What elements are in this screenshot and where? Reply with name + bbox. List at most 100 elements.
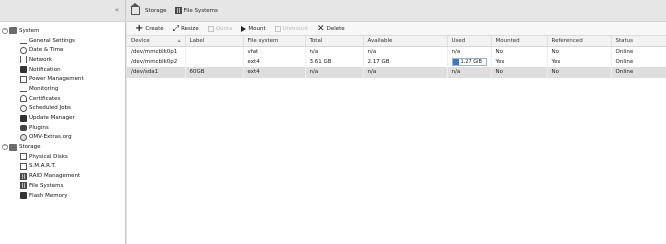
mount-label: Mount [248,25,266,32]
column-header-mounted[interactable]: Mounted [491,36,548,47]
eject-icon [274,25,281,32]
folder-icon [9,143,17,151]
breadcrumb-storage[interactable]: Storage [145,8,167,14]
tree-item-label: Certificates [29,95,61,102]
resize-button[interactable]: ⤢ Resize [173,24,199,34]
tree-item-label: Flash Memory [29,192,68,199]
tree-group-label: System [19,27,40,34]
plus-icon: + [135,22,144,34]
globe-icon [20,133,27,141]
cell-used: n/a [447,67,492,78]
collapse-icon[interactable]: − [2,144,8,151]
unmount-label: Unmount [282,25,309,32]
quota-button[interactable]: Quota [207,25,232,32]
column-header-available[interactable]: Available [363,36,448,47]
cell-available: n/a [363,67,448,78]
main-panel: Storage File Systems + Create ⤢ Resize Q… [127,0,666,244]
table-row[interactable]: /dev/mmcblk0p2 ext4 3.61 GB 2.17 GB 1.27… [127,56,666,67]
home-icon[interactable] [130,2,140,15]
tree-item-scheduled-jobs[interactable]: Scheduled Jobs [0,104,126,114]
column-header-used[interactable]: Used [447,36,492,47]
collapse-nav-button[interactable]: « [113,6,121,14]
column-header-label: Mounted [495,37,520,44]
clock-icon [20,104,27,112]
tree-item-raid-management[interactable]: RAID Management [0,171,126,181]
cell-available: 2.17 GB [363,56,448,67]
navigation-panel: « − System General Settings Date & Time … [0,0,126,244]
column-header-label: Total [309,37,323,44]
cell-mounted: No [491,67,548,78]
cell-status: Online [611,56,666,67]
cell-available: n/a [363,46,448,57]
filesystem-icon [174,7,182,14]
raid-icon [20,172,27,180]
unmount-button[interactable]: Unmount [274,25,309,32]
breadcrumb-label: Storage [145,7,167,14]
column-header-referenced[interactable]: Referenced [547,36,612,47]
tree-group-storage[interactable]: − Storage [0,142,126,152]
cell-referenced: Yes [547,56,612,67]
puzzle-icon [20,124,27,131]
quota-icon [207,25,214,32]
tree-item-file-systems[interactable]: File Systems [0,181,126,191]
tree-item-label: Plugins [29,124,49,131]
usage-progress-fill [452,58,460,65]
tree-item-smart[interactable]: S.M.A.R.T. [0,162,126,172]
tree-item-label: General Settings [29,37,75,44]
cell-file-system: ext4 [243,56,306,67]
resize-label: Resize [181,25,199,32]
column-header-device[interactable]: Device ▴ [127,36,186,47]
cell-device: /dev/sda1 [127,67,186,78]
cell-device: /dev/mmcblk0p2 [127,56,186,67]
tree-item-power-management[interactable]: Power Management [0,74,126,84]
wrench-icon [20,37,27,45]
tree-item-label: Notification [29,66,61,73]
chart-icon [20,85,27,93]
cell-total: n/a [305,67,364,78]
column-header-label: File system [247,37,279,44]
column-header-label: Referenced [551,37,583,44]
cell-file-system: ext4 [243,67,306,78]
tree-item-omv-extras[interactable]: OMV-Extras.org [0,133,126,143]
column-header-label-col[interactable]: Label [185,36,244,47]
tree-item-plugins[interactable]: Plugins [0,123,126,133]
certificate-icon [20,95,27,103]
cell-used: 1.27 GiB [447,56,492,67]
tree-item-network[interactable]: Network [0,55,126,65]
table-row-selected[interactable]: /dev/sda1 60GB ext4 n/a n/a n/a No No On… [127,67,666,78]
tree-item-general-settings[interactable]: General Settings [0,36,126,46]
filesystem-icon [20,182,27,190]
tree-item-label: Power Management [29,76,84,83]
breadcrumb: Storage File Systems [127,0,666,22]
breadcrumb-file-systems[interactable]: File Systems [174,7,218,14]
cell-referenced: No [547,67,612,78]
create-button[interactable]: + Create [135,22,164,34]
column-header-status[interactable]: Status [611,36,666,47]
mount-button[interactable]: Mount [241,25,266,32]
tree-item-physical-disks[interactable]: Physical Disks [0,152,126,162]
cell-label [185,56,244,67]
update-icon [20,114,27,122]
tree-item-label: RAID Management [29,173,81,180]
mail-icon [20,66,27,74]
tree-group-system[interactable]: − System [0,26,126,36]
create-label: Create [145,25,164,32]
tree-item-label: OMV-Extras.org [29,134,72,141]
column-header-label: Available [367,37,393,44]
column-header-total[interactable]: Total [305,36,364,47]
breadcrumb-label: File Systems [183,7,218,14]
cell-mounted: No [491,46,548,57]
collapse-icon[interactable]: − [2,27,8,34]
table-row[interactable]: /dev/mmcblk0p1 vfat n/a n/a n/a No No On… [127,46,666,57]
tree-item-update-manager[interactable]: Update Manager [0,113,126,123]
tree-item-notification[interactable]: Notification [0,65,126,75]
cell-device: /dev/mmcblk0p1 [127,46,186,57]
tree-item-monitoring[interactable]: Monitoring [0,84,126,94]
tree-item-date-time[interactable]: Date & Time [0,45,126,55]
delete-button[interactable]: ✕ Delete [317,24,345,33]
toolbar: + Create ⤢ Resize Quota Mount Unmount ✕ … [127,22,666,36]
tree-item-flash-memory[interactable]: Flash Memory [0,191,126,201]
cell-mounted: Yes [491,56,548,67]
tree-item-certificates[interactable]: Certificates [0,94,126,104]
column-header-file-system[interactable]: File system [243,36,306,47]
